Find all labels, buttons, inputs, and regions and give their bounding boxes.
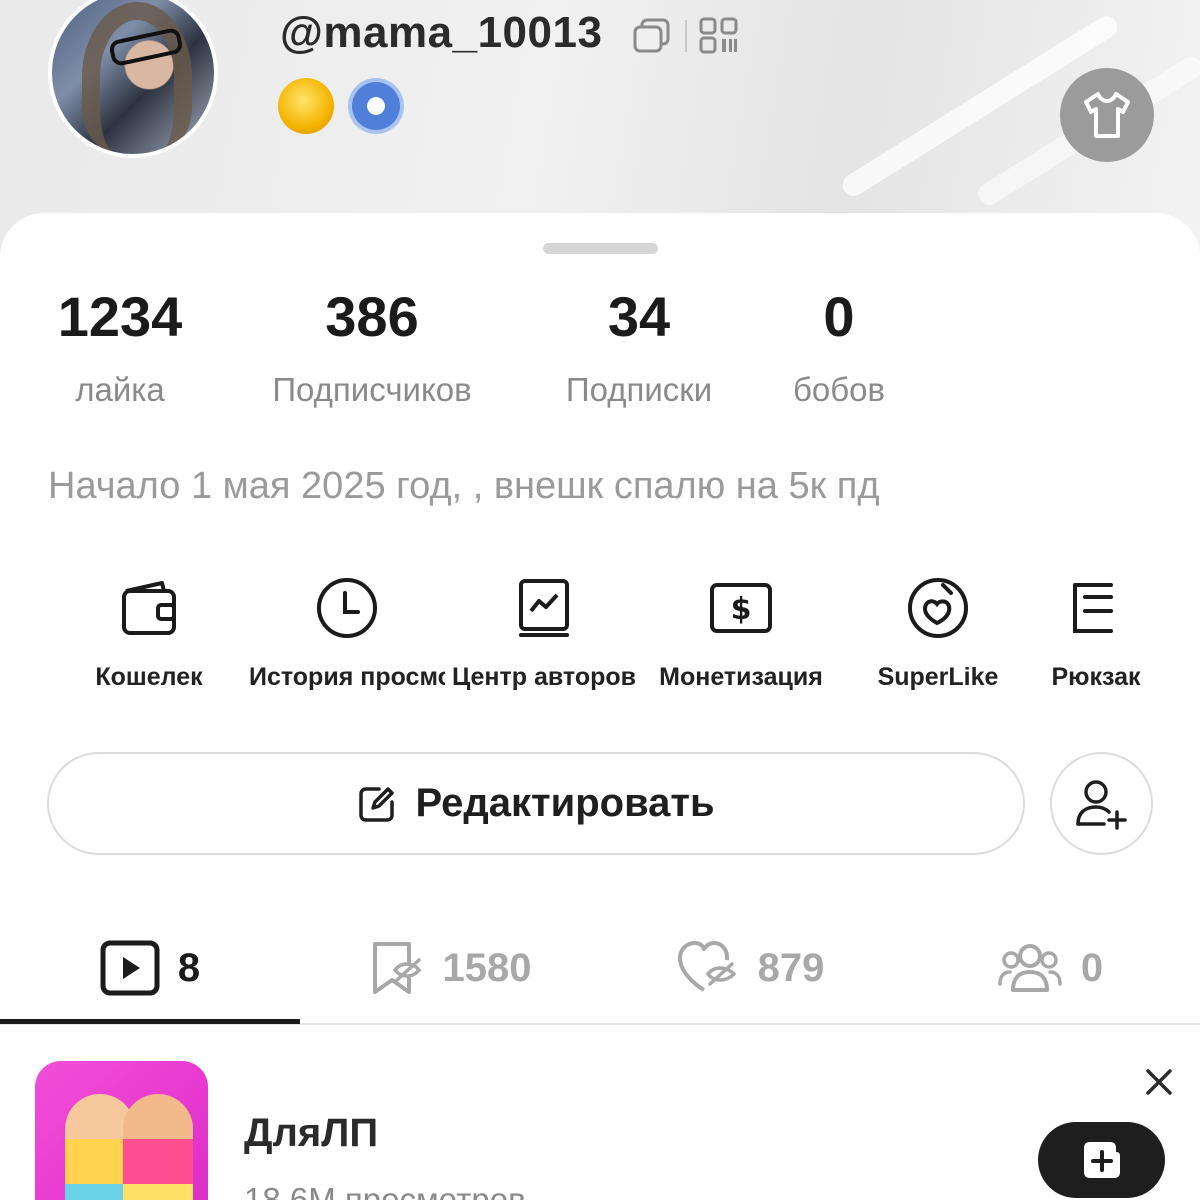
stat-value: 386: [325, 285, 419, 348]
stat-label: Подписки: [565, 371, 713, 408]
edit-profile-button[interactable]: Редактировать: [47, 752, 1025, 855]
active-tab-indicator: [0, 1019, 300, 1024]
tool-monetization[interactable]: $ Монетизация: [643, 573, 839, 692]
tab-count: 8: [177, 945, 201, 990]
thumbs-up-badge-icon[interactable]: [278, 78, 334, 134]
tools-row: Кошелек История просмотров Центр авторов…: [0, 573, 1200, 703]
tool-label: SuperLike: [877, 663, 999, 691]
bio-text[interactable]: Начало 1 мая 2025 год, , внешк спалю на …: [48, 465, 880, 508]
tab-liked[interactable]: 879: [600, 913, 900, 1023]
heart-hidden-icon: [677, 941, 737, 992]
group-icon: [998, 944, 1062, 992]
promo-thumbnail[interactable]: [35, 1061, 208, 1200]
bookmark-hidden-icon: [372, 942, 421, 994]
add-friend-button[interactable]: [1050, 752, 1153, 855]
tool-superlike[interactable]: SuperLike: [840, 573, 1036, 692]
stat-following[interactable]: 34 Подписки: [550, 285, 728, 409]
tool-wallet[interactable]: Кошелек: [51, 573, 247, 692]
edit-icon: [359, 786, 395, 822]
stat-beans[interactable]: 0 бобов: [786, 285, 892, 409]
backpack-icon: [1073, 583, 1113, 633]
tab-count: 0: [1080, 945, 1104, 990]
wallet-icon: [122, 581, 176, 635]
promo-card[interactable]: ДляЛП 18.6M просмотров: [0, 1043, 1200, 1200]
stat-value: 34: [607, 285, 671, 348]
clock-icon: [317, 578, 377, 638]
profile-sheet: 1234 лайка 386 Подписчиков 34 Подписки 0…: [0, 213, 1200, 1200]
tool-label: Рюкзак: [1051, 663, 1141, 691]
qr-code-icon[interactable]: [698, 16, 740, 56]
promo-add-button[interactable]: [1038, 1122, 1165, 1198]
add-user-icon: [1075, 779, 1127, 830]
stat-label: Подписчиков: [272, 371, 472, 408]
tool-watch-history[interactable]: История просмотров: [249, 573, 445, 692]
close-icon[interactable]: [1140, 1063, 1178, 1101]
outfit-button[interactable]: [1060, 68, 1154, 162]
tshirt-icon: [1084, 92, 1130, 138]
stat-value: 1234: [57, 285, 183, 348]
content-tabs: 8 1580 879 0: [0, 913, 1200, 1025]
stat-likes[interactable]: 1234 лайка: [48, 285, 192, 409]
tool-label: Монетизация: [659, 663, 823, 691]
drag-handle[interactable]: [543, 243, 658, 254]
tool-backpack[interactable]: Рюкзак: [1037, 573, 1155, 692]
tab-count: 1580: [442, 945, 532, 990]
stat-label: бобов: [792, 371, 886, 408]
divider: [685, 20, 687, 52]
tab-videos[interactable]: 8: [0, 913, 300, 1023]
promo-title: ДляЛП: [244, 1111, 379, 1155]
copy-icon[interactable]: [632, 18, 672, 54]
chart-icon: [519, 579, 569, 637]
promo-views: 18.6M просмотров: [244, 1181, 526, 1200]
add-icon: [1083, 1142, 1120, 1178]
superlike-icon: [908, 578, 968, 638]
tool-label: Кошелек: [95, 663, 203, 691]
tool-label: Центр авторов: [451, 663, 637, 691]
stat-followers[interactable]: 386 Подписчиков: [254, 285, 490, 409]
dollar-icon: $: [710, 583, 772, 633]
tab-saved[interactable]: 1580: [300, 913, 600, 1023]
tab-count: 879: [757, 945, 825, 990]
username: @mama_10013: [280, 8, 603, 57]
globe-badge-icon[interactable]: [348, 78, 404, 134]
stat-label: лайка: [75, 371, 165, 408]
edit-button-label: Редактировать: [415, 781, 715, 825]
svg-text:$: $: [731, 592, 752, 627]
stat-value: 0: [823, 285, 855, 348]
tool-creator-center[interactable]: Центр авторов: [446, 573, 642, 692]
tab-friends[interactable]: 0: [900, 913, 1200, 1023]
video-icon: [100, 940, 160, 996]
tool-label: История просмотров: [249, 663, 445, 691]
